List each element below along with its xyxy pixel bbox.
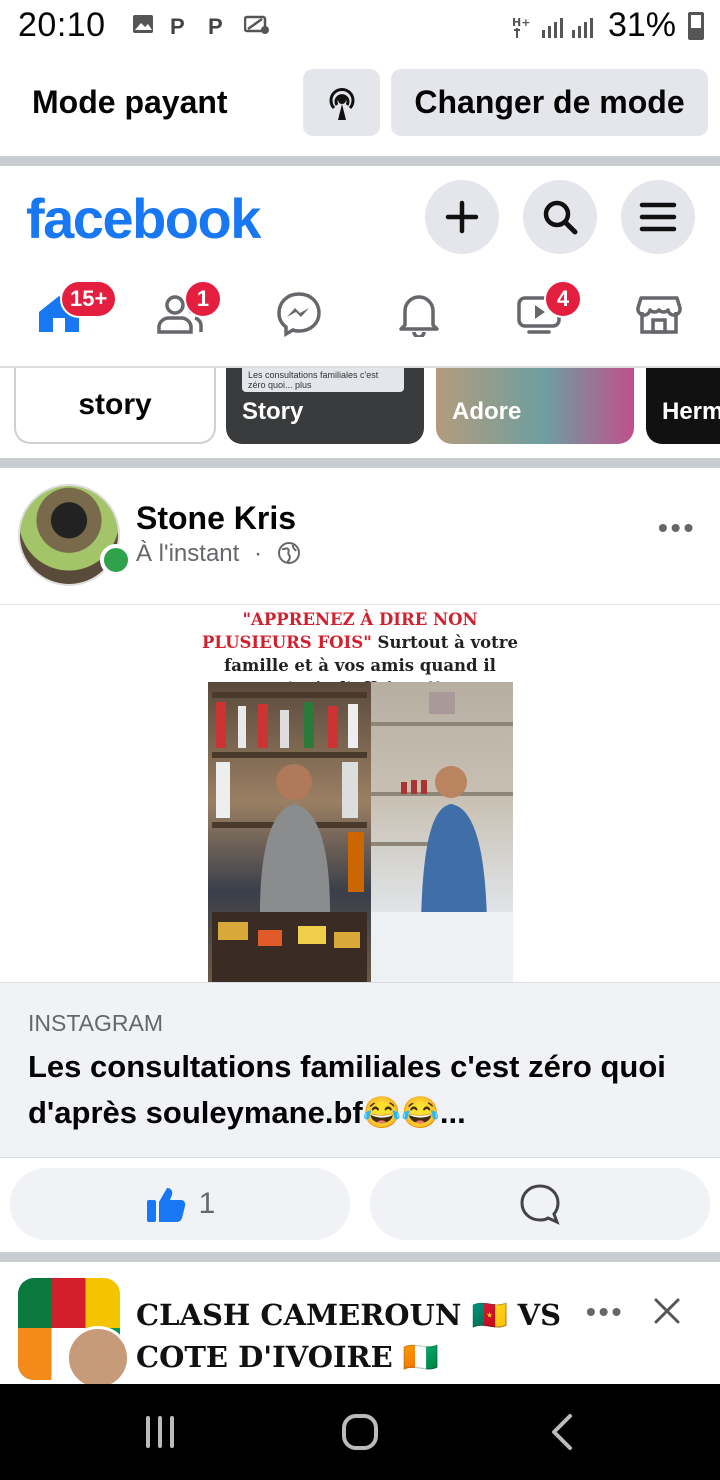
battery-percent: 31%: [607, 6, 676, 44]
add-story-card[interactable]: story: [14, 368, 216, 444]
mode-label: Mode payant: [32, 84, 228, 120]
post-meta: À l'instant ·: [136, 540, 301, 568]
divider: [0, 156, 720, 166]
story-card[interactable]: Les consultations familiales c'est zéro …: [226, 368, 424, 444]
store-icon: [636, 296, 682, 334]
tab-notifications[interactable]: [384, 284, 454, 344]
post-options-button[interactable]: •••: [658, 512, 696, 544]
story-card[interactable]: Herm: [646, 368, 720, 444]
divider: [0, 458, 720, 468]
plus-icon: [445, 200, 479, 234]
meme-photo-right: [371, 682, 513, 982]
next-post-title[interactable]: CLASH CAMEROUN 🇨🇲 VS COTE D'IVOIRE 🇨🇮: [136, 1294, 566, 1378]
tab-marketplace[interactable]: [624, 284, 694, 344]
add-story-label: story: [78, 388, 152, 421]
member-avatar[interactable]: [66, 1326, 130, 1390]
story-card[interactable]: Adore: [436, 368, 634, 444]
menu-icon: [639, 202, 677, 232]
story-name: Herm: [662, 398, 720, 425]
status-time: 20:10: [18, 6, 106, 44]
link-source: INSTAGRAM: [28, 1010, 164, 1036]
globe-icon: [277, 542, 300, 564]
messenger-icon: [277, 292, 321, 337]
like-button[interactable]: 1: [10, 1168, 350, 1240]
home-nav-icon: [342, 1414, 378, 1450]
search-button[interactable]: [523, 180, 597, 254]
thumbs-up-icon: [146, 1188, 185, 1222]
home-nav-button[interactable]: [340, 1412, 380, 1457]
data-saver-icon: [243, 14, 270, 36]
menu-button[interactable]: [621, 180, 695, 254]
comment-icon: [520, 1184, 560, 1225]
divider: [0, 1252, 720, 1262]
create-button[interactable]: [425, 180, 499, 254]
p-icon: P: [208, 14, 223, 39]
image-icon: [132, 14, 154, 36]
broadcast-button[interactable]: [303, 69, 380, 136]
story-name: Adore: [452, 398, 522, 425]
change-mode-button[interactable]: Changer de mode: [391, 69, 708, 136]
battery-icon: [688, 12, 704, 40]
p-icon: P: [170, 14, 185, 39]
close-icon: [654, 1298, 680, 1324]
system-nav-bar: [0, 1384, 720, 1480]
recent-apps-icon: [146, 1416, 174, 1448]
comment-button[interactable]: [370, 1168, 710, 1240]
bell-icon: [399, 295, 439, 337]
post-author[interactable]: Stone Kris: [136, 500, 296, 537]
link-title[interactable]: Les consultations familiales c'est zéro …: [28, 1044, 698, 1136]
online-indicator: [100, 544, 132, 576]
signal-icon: H+: [512, 14, 602, 45]
recent-apps-button[interactable]: [142, 1414, 178, 1455]
tab-messenger[interactable]: [264, 284, 334, 344]
friends-badge: 1: [184, 280, 222, 318]
back-icon: [552, 1414, 572, 1450]
story-name: Story: [242, 398, 304, 425]
close-post-button[interactable]: [652, 1296, 682, 1331]
facebook-logo[interactable]: facebook: [26, 186, 261, 251]
broadcast-icon: [329, 87, 354, 120]
post-time: À l'instant: [136, 540, 240, 567]
home-badge: 15+: [60, 280, 118, 318]
network-label: H+: [512, 16, 530, 29]
like-count: 1: [198, 1187, 216, 1220]
post-options-button[interactable]: •••: [586, 1296, 624, 1328]
back-button[interactable]: [546, 1412, 578, 1457]
meme-photo-left: [208, 682, 371, 982]
video-badge: 4: [544, 280, 582, 318]
story-preview: Les consultations familiales c'est zéro …: [242, 368, 404, 392]
search-icon: [543, 200, 578, 235]
